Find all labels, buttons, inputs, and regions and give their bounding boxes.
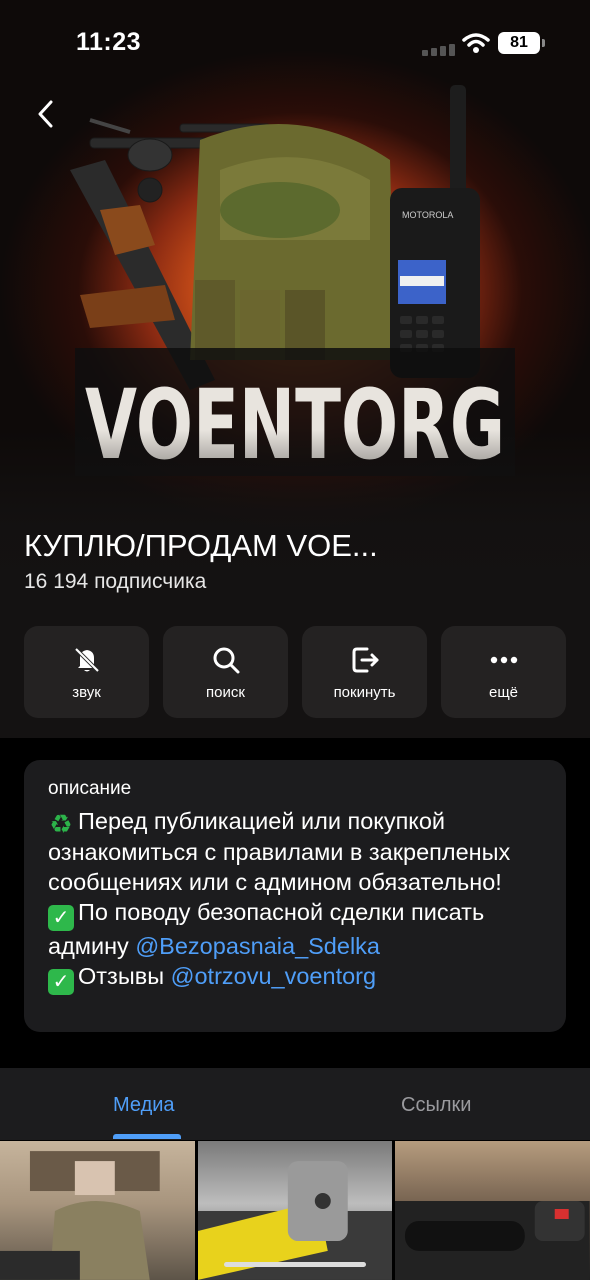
- media-thumbnail-image: [0, 1151, 160, 1280]
- media-grid: [0, 1141, 590, 1280]
- media-thumbnail[interactable]: [0, 1141, 195, 1280]
- media-thumbnail[interactable]: [395, 1141, 590, 1280]
- channel-title: КУПЛЮ/ПРОДАМ VOE...: [24, 528, 378, 563]
- radio-brand-text: MOTOROLA: [402, 210, 453, 220]
- tab-links[interactable]: Ссылки: [401, 1094, 471, 1117]
- tab-media[interactable]: Медиа: [113, 1094, 175, 1117]
- more-label: ещё: [488, 683, 519, 701]
- back-button[interactable]: [28, 96, 64, 132]
- subscriber-count: 16 194 подписчика: [24, 570, 207, 593]
- battery-indicator: 81: [498, 32, 545, 54]
- cellular-signal-icon: [422, 44, 455, 56]
- more-icon: [490, 656, 517, 663]
- recycle-icon: ♻: [49, 809, 73, 839]
- mute-button[interactable]: звук: [24, 626, 149, 718]
- description-rules: Перед публикацией или покупкой ознакомит…: [48, 808, 511, 895]
- wifi-icon: [462, 33, 490, 53]
- mention-reviews-link[interactable]: @otrzovu_voentorg: [171, 963, 376, 989]
- more-button[interactable]: ещё: [441, 626, 566, 718]
- status-time: 11:23: [76, 28, 142, 56]
- home-indicator: [224, 1262, 366, 1267]
- media-thumbnail[interactable]: [197, 1141, 393, 1280]
- check-mark-icon: ✓: [48, 969, 74, 995]
- search-label: поиск: [206, 683, 245, 701]
- check-mark-icon: ✓: [48, 905, 74, 931]
- description-card: описание ♻ Перед публикацией или покупкой…: [24, 760, 566, 1032]
- chevron-left-icon: [38, 100, 53, 128]
- leave-icon: [352, 647, 378, 672]
- bell-slash-icon: [74, 647, 99, 672]
- search-button[interactable]: поиск: [163, 626, 288, 718]
- description-text: ♻ Перед публикацией или покупкой ознакоми…: [48, 806, 542, 995]
- active-tab-indicator: [113, 1134, 181, 1139]
- media-thumbnail-image: [197, 1161, 393, 1280]
- leave-label: покинуть: [333, 683, 396, 701]
- media-thumbnail-image: [395, 1201, 590, 1280]
- status-bar: 11:23 81: [0, 0, 590, 88]
- channel-actions: звук поиск покинуть ещё: [24, 626, 566, 718]
- leave-button[interactable]: покинуть: [302, 626, 427, 718]
- description-reviews: Отзывы: [78, 963, 171, 989]
- content-tabs: Медиа Ссылки: [0, 1068, 590, 1140]
- mute-label: звук: [72, 683, 101, 701]
- mention-safe-deal-link[interactable]: @Bezopasnaia_Sdelka: [135, 933, 380, 959]
- search-icon: [213, 647, 239, 673]
- description-label: описание: [48, 778, 132, 799]
